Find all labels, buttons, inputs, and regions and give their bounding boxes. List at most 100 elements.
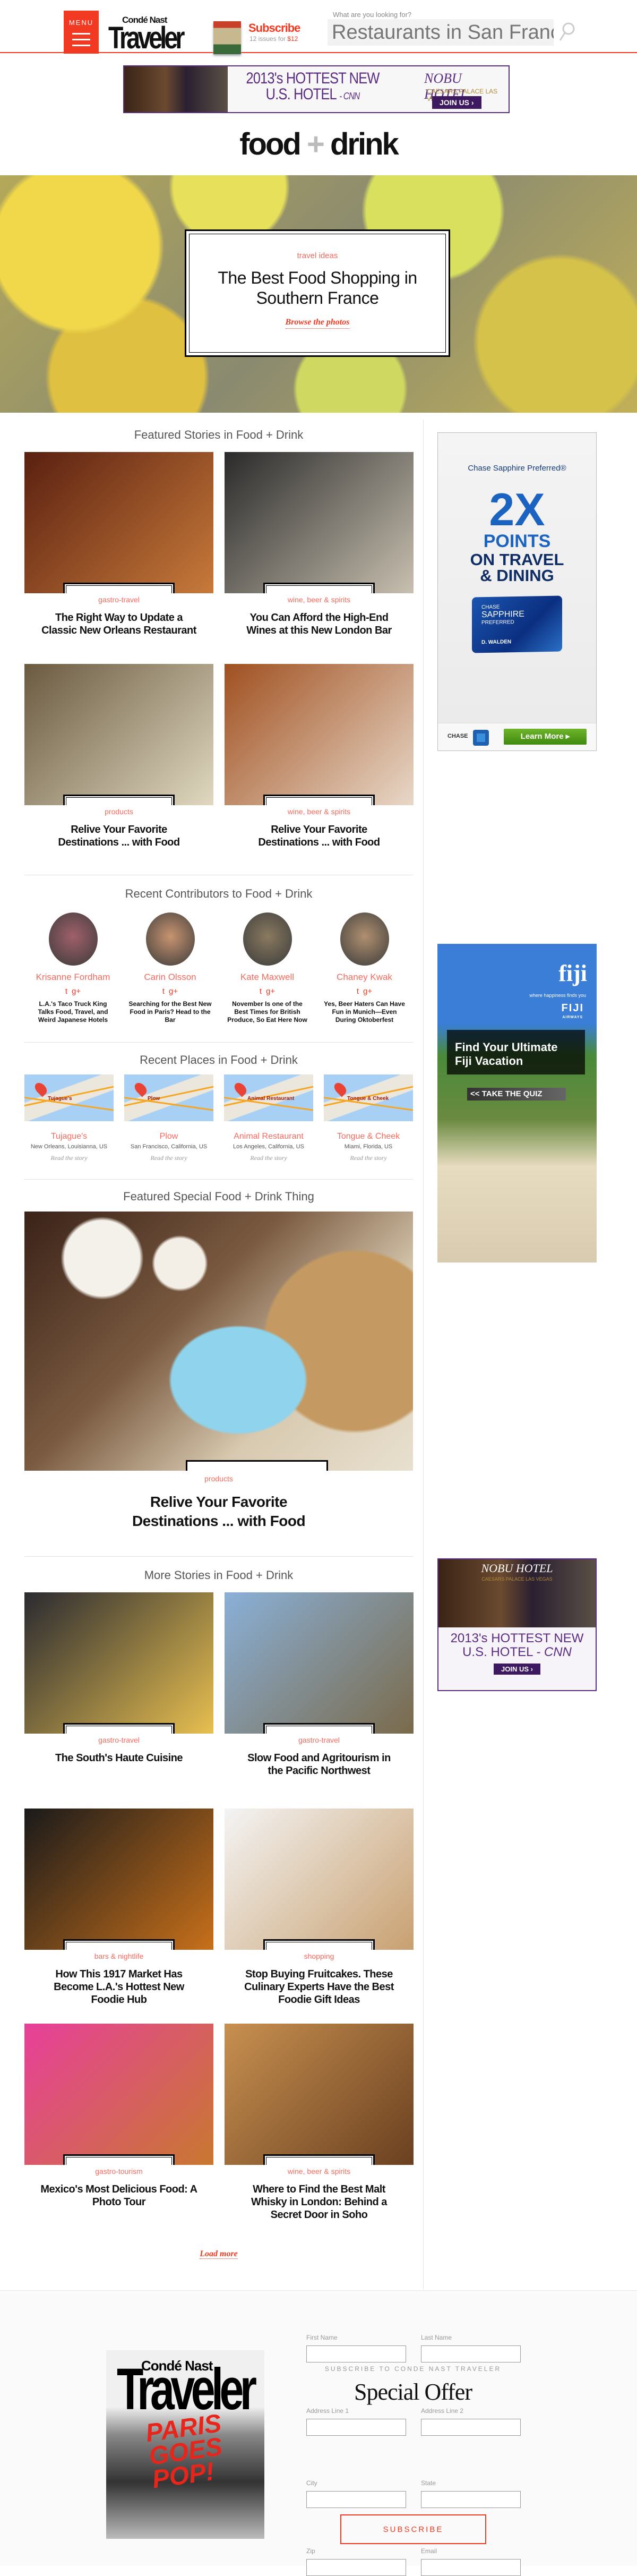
contributor-story[interactable]: Searching for the Best New Food in Paris… xyxy=(122,1000,219,1024)
read-story-link[interactable]: Read the story xyxy=(224,1154,313,1162)
hero-card[interactable]: travel ideas The Best Food Shopping in S… xyxy=(185,229,450,357)
subscribe-link[interactable]: Subscribe xyxy=(248,21,300,35)
story-image[interactable] xyxy=(225,1809,414,1950)
story-image[interactable] xyxy=(24,664,213,805)
nobu-sidebar-ad[interactable]: NOBU HOTEL CAESARS PALACE LAS VEGAS 2013… xyxy=(437,1558,597,1691)
story-image[interactable] xyxy=(225,452,414,593)
read-story-link[interactable]: Read the story xyxy=(24,1154,114,1162)
special-title[interactable]: Relive Your Favorite Destinations ... wi… xyxy=(118,1492,320,1531)
story-card[interactable]: wine, beer & spirits You Can Afford the H… xyxy=(225,452,414,637)
menu-button[interactable]: MENU xyxy=(64,11,99,54)
contributor-story[interactable]: Yes, Beer Haters Can Have Fun in Munich—… xyxy=(316,1000,413,1024)
story-title[interactable]: The South's Haute Cuisine xyxy=(39,1752,199,1764)
special-card[interactable]: products Relive Your Favorite Destinatio… xyxy=(24,1472,413,1531)
contributor-story[interactable]: L.A.'s Taco Truck King Talks Food, Trave… xyxy=(24,1000,122,1024)
contributor-name[interactable]: Chaney Kwak xyxy=(316,972,413,983)
place-name[interactable]: Tongue & Cheek xyxy=(324,1132,413,1141)
google-plus-icon[interactable]: g+ xyxy=(266,987,275,996)
story-image[interactable] xyxy=(24,2024,213,2165)
story-title[interactable]: You Can Afford the High-End Wines at thi… xyxy=(239,611,399,637)
twitter-icon[interactable]: t xyxy=(260,987,262,996)
place-name[interactable]: Plow xyxy=(124,1132,213,1141)
story-title[interactable]: Stop Buying Fruitcakes. These Culinary E… xyxy=(239,1968,399,2006)
site-logo[interactable]: Condé Nast Traveler xyxy=(108,15,185,55)
google-plus-icon[interactable]: g+ xyxy=(72,987,81,996)
story-title[interactable]: Mexico's Most Delicious Food: A Photo To… xyxy=(39,2183,199,2208)
form-input-address-line-2[interactable] xyxy=(421,2419,521,2436)
story-image[interactable] xyxy=(24,1809,213,1950)
form-input-last-name[interactable] xyxy=(421,2345,521,2362)
story-title[interactable]: Where to Find the Best Malt Whisky in Lo… xyxy=(239,2183,399,2221)
read-story-link[interactable]: Read the story xyxy=(124,1154,213,1162)
twitter-icon[interactable]: t xyxy=(357,987,359,996)
place-name[interactable]: Animal Restaurant xyxy=(224,1132,313,1141)
read-story-link[interactable]: Read the story xyxy=(324,1154,413,1162)
contributor-story[interactable]: November Is one of the Best Times for Br… xyxy=(219,1000,316,1024)
story-card[interactable]: wine, beer & spirits Relive Your Favorite… xyxy=(225,664,414,849)
form-input-zip[interactable] xyxy=(306,2559,406,2576)
contributor-name[interactable]: Krisanne Fordham xyxy=(24,972,122,983)
form-input-city[interactable] xyxy=(306,2491,406,2508)
contributor-name[interactable]: Kate Maxwell xyxy=(219,972,316,983)
story-title[interactable]: How This 1917 Market Has Become L.A.'s H… xyxy=(39,1968,199,2006)
story-card[interactable]: shopping Stop Buying Fruitcakes. These Cu… xyxy=(225,1809,414,2006)
nobu-banner-ad[interactable]: 2013's HOTTEST NEW U.S. HOTEL - CNN NOBU … xyxy=(123,65,510,113)
story-card[interactable]: gastro-tourism Mexico's Most Delicious Fo… xyxy=(24,2024,213,2208)
story-image[interactable] xyxy=(24,1592,213,1734)
story-title[interactable]: The Right Way to Update a Classic New Or… xyxy=(39,611,199,637)
story-category[interactable]: products xyxy=(24,807,213,816)
story-image[interactable] xyxy=(24,452,213,593)
story-category[interactable]: shopping xyxy=(225,1952,414,1960)
story-card[interactable]: wine, beer & spirits Where to Find the Be… xyxy=(225,2024,414,2221)
story-image[interactable] xyxy=(225,1592,414,1734)
fiji-sidebar-ad[interactable]: fiji where happiness finds you FIJI AIRWA… xyxy=(437,944,597,1263)
form-input-address-line-1[interactable] xyxy=(306,2419,406,2436)
story-image[interactable] xyxy=(225,2024,414,2165)
ad-join-button[interactable]: JOIN US › xyxy=(494,1664,540,1675)
story-category[interactable]: wine, beer & spirits xyxy=(225,807,414,816)
search-input[interactable] xyxy=(328,19,554,46)
story-title[interactable]: Slow Food and Agritourism in the Pacific… xyxy=(239,1752,399,1777)
avatar[interactable] xyxy=(243,912,292,966)
google-plus-icon[interactable]: g+ xyxy=(363,987,372,996)
learn-more-button[interactable]: Learn More ▸ xyxy=(504,729,587,745)
twitter-icon[interactable]: t xyxy=(65,987,67,996)
story-card[interactable]: gastro-travel The South's Haute Cuisine xyxy=(24,1592,213,1764)
take-quiz-button[interactable]: << TAKE THE QUIZ xyxy=(467,1088,566,1101)
special-image[interactable] xyxy=(24,1212,413,1471)
contributor-name[interactable]: Carin Olsson xyxy=(122,972,219,983)
story-title[interactable]: Relive Your Favorite Destinations ... wi… xyxy=(39,823,199,849)
hero-category[interactable]: travel ideas xyxy=(190,234,445,260)
avatar[interactable] xyxy=(145,912,195,966)
google-plus-icon[interactable]: g+ xyxy=(169,987,178,996)
story-category[interactable]: gastro-travel xyxy=(24,595,213,604)
place-name[interactable]: Tujague's xyxy=(24,1132,114,1141)
map-thumbnail[interactable]: Plow xyxy=(124,1074,213,1121)
story-category[interactable]: gastro-travel xyxy=(24,1736,213,1744)
hero-title[interactable]: The Best Food Shopping in Southern Franc… xyxy=(190,268,445,308)
story-card[interactable]: products Relive Your Favorite Destination… xyxy=(24,664,213,849)
magazine-cover[interactable]: Traveler Condé Nast PARIS GOES POP! xyxy=(106,2350,264,2539)
story-card[interactable]: gastro-travel The Right Way to Update a C… xyxy=(24,452,213,637)
story-category[interactable]: gastro-tourism xyxy=(24,2167,213,2176)
magazine-thumbnail[interactable] xyxy=(213,21,241,54)
story-image[interactable] xyxy=(225,664,414,805)
avatar[interactable] xyxy=(340,912,389,966)
browse-photos-link[interactable]: Browse the photos xyxy=(285,318,350,329)
story-category[interactable]: bars & nightlife xyxy=(24,1952,213,1960)
form-input-state[interactable] xyxy=(421,2491,521,2508)
subscribe-button[interactable]: SUBSCRIBE xyxy=(340,2514,486,2544)
story-category[interactable]: gastro-travel xyxy=(225,1736,414,1744)
story-card[interactable]: gastro-travel Slow Food and Agritourism i… xyxy=(225,1592,414,1777)
story-category[interactable]: wine, beer & spirits xyxy=(225,2167,414,2176)
map-thumbnail[interactable]: Tujague's xyxy=(24,1074,114,1121)
chase-sidebar-ad[interactable]: Chase Sapphire Preferred® 2X POINTS ON T… xyxy=(437,432,597,751)
search-icon[interactable] xyxy=(557,21,576,42)
story-category[interactable]: wine, beer & spirits xyxy=(225,595,414,604)
load-more-button[interactable]: Load more xyxy=(200,2249,238,2259)
form-input-email[interactable] xyxy=(421,2559,521,2576)
story-card[interactable]: bars & nightlife How This 1917 Market Has… xyxy=(24,1809,213,2006)
map-thumbnail[interactable]: Tongue & Cheek xyxy=(324,1074,413,1121)
ad-join-button[interactable]: JOIN US › xyxy=(432,96,481,109)
map-thumbnail[interactable]: Animal Restaurant xyxy=(224,1074,313,1121)
